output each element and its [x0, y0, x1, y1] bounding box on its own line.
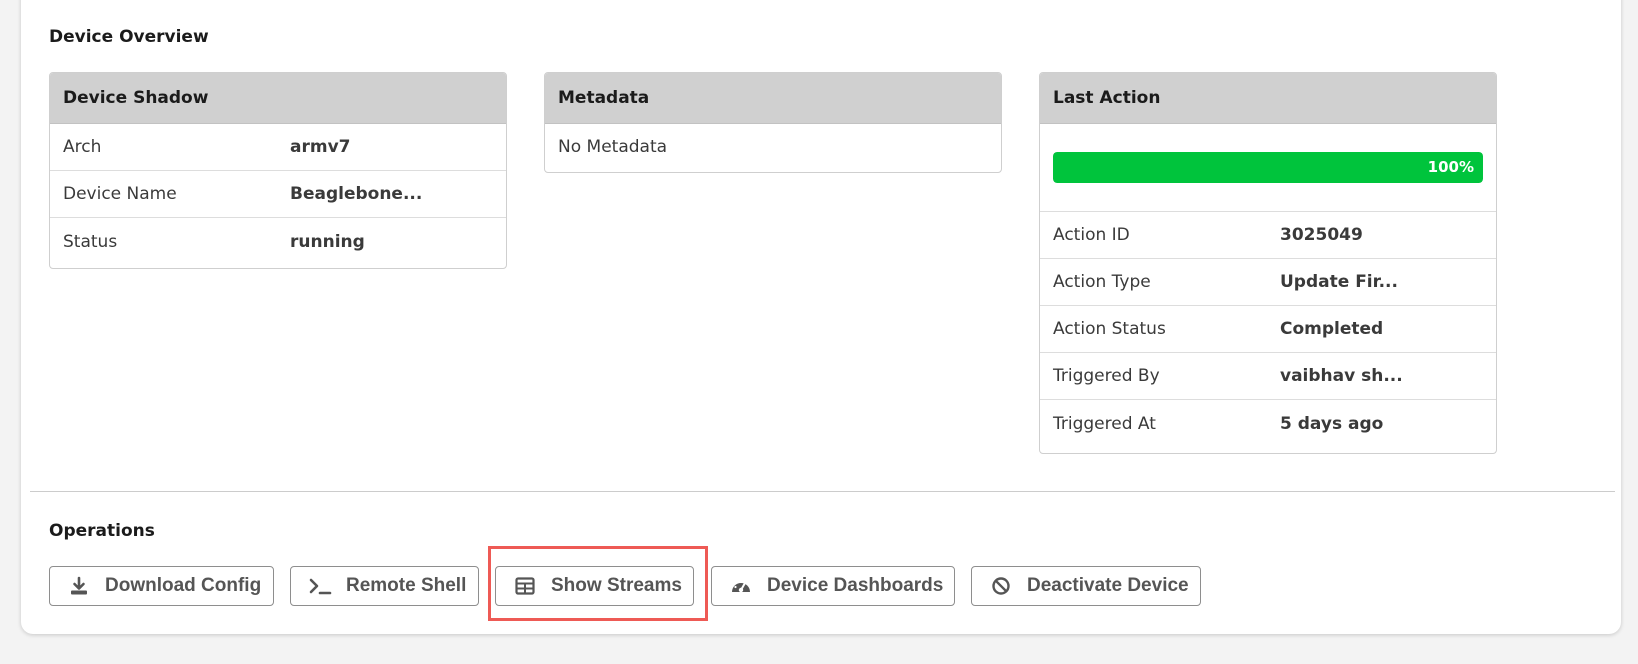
shadow-value: running: [290, 231, 365, 252]
shadow-value: armv7: [290, 137, 351, 157]
download-icon: [67, 574, 91, 598]
show-streams-label: Show Streams: [551, 575, 682, 596]
metadata-card: Metadata No Metadata: [544, 72, 1002, 173]
action-value: vaibhav sh...: [1280, 366, 1403, 386]
table-icon: [513, 574, 537, 598]
action-row-triggered-at: Triggered At 5 days ago: [1040, 400, 1496, 447]
shadow-row-device-name: Device Name Beaglebone...: [50, 171, 506, 218]
last-action-header: Last Action: [1040, 73, 1496, 124]
action-key: Triggered By: [1053, 366, 1160, 386]
shadow-row-status: Status running: [50, 218, 506, 265]
gauge-icon: [729, 574, 753, 598]
action-value: 3025049: [1280, 225, 1363, 245]
action-key: Triggered At: [1053, 413, 1156, 434]
remote-shell-label: Remote Shell: [346, 575, 467, 596]
ban-icon: [989, 574, 1013, 598]
action-value: Completed: [1280, 319, 1384, 339]
progress-fill: [1053, 152, 1483, 183]
operations-title: Operations: [49, 521, 155, 541]
download-config-label: Download Config: [105, 575, 262, 596]
action-key: Action ID: [1053, 225, 1130, 245]
progress-label: 100%: [1427, 158, 1474, 176]
deactivate-device-button[interactable]: Deactivate Device: [971, 566, 1201, 606]
section-divider: [30, 491, 1615, 492]
action-row-id: Action ID 3025049: [1040, 212, 1496, 259]
remote-shell-button[interactable]: Remote Shell: [290, 566, 479, 606]
deactivate-device-label: Deactivate Device: [1027, 575, 1189, 596]
device-overview-title: Device Overview: [49, 27, 209, 47]
terminal-icon: [308, 574, 332, 598]
shadow-row-arch: Arch armv7: [50, 124, 506, 171]
action-row-type: Action Type Update Fir...: [1040, 259, 1496, 306]
metadata-header: Metadata: [545, 73, 1001, 124]
action-key: Action Type: [1053, 272, 1151, 292]
shadow-value: Beaglebone...: [290, 184, 423, 204]
show-streams-button[interactable]: Show Streams: [495, 566, 694, 606]
download-config-button[interactable]: Download Config: [49, 566, 274, 606]
progress-track: 100%: [1053, 152, 1483, 183]
action-key: Action Status: [1053, 319, 1166, 339]
shadow-key: Arch: [63, 137, 102, 157]
device-dashboards-button[interactable]: Device Dashboards: [711, 566, 955, 606]
action-row-status: Action Status Completed: [1040, 306, 1496, 353]
action-value: Update Fir...: [1280, 272, 1398, 292]
action-progress: 100%: [1040, 124, 1496, 212]
action-row-triggered-by: Triggered By vaibhav sh...: [1040, 353, 1496, 400]
shadow-key: Device Name: [63, 184, 177, 204]
last-action-card: Last Action 100% Action ID 3025049 Actio…: [1039, 72, 1497, 454]
action-value: 5 days ago: [1280, 413, 1384, 434]
device-shadow-card: Device Shadow Arch armv7 Device Name Bea…: [49, 72, 507, 269]
metadata-empty-text: No Metadata: [558, 136, 668, 157]
device-shadow-header: Device Shadow: [50, 73, 506, 124]
shadow-key: Status: [63, 231, 118, 252]
device-dashboards-label: Device Dashboards: [767, 575, 944, 596]
